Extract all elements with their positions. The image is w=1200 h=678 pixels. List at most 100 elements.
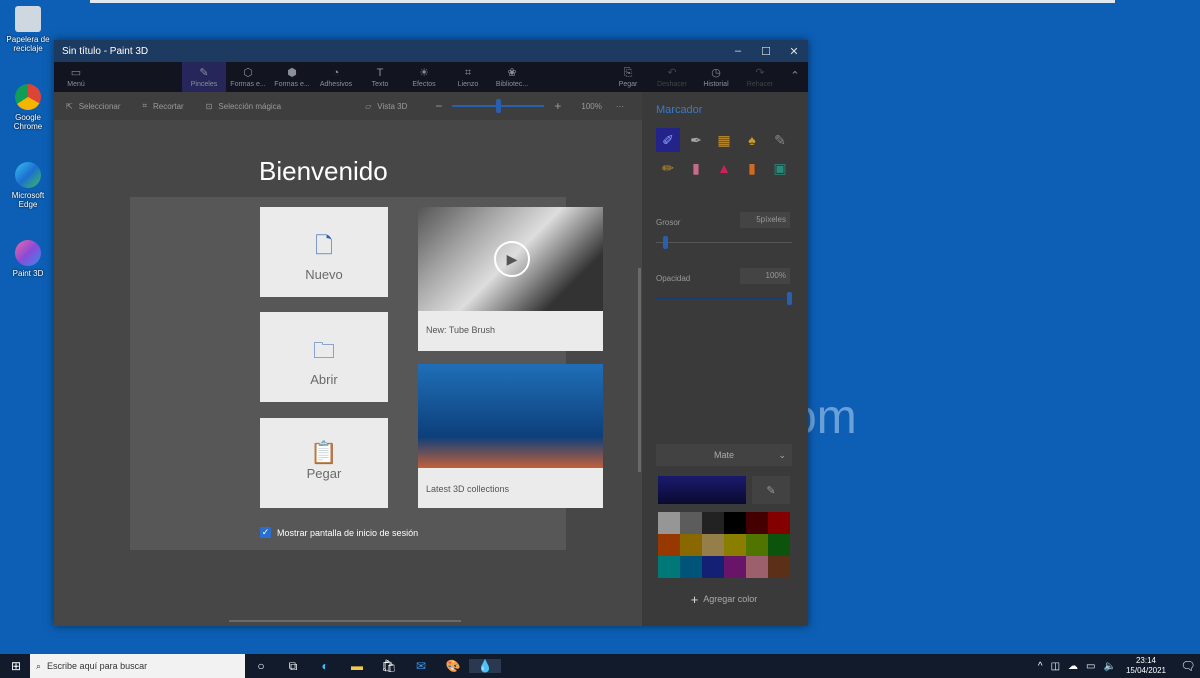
vertical-scrollbar[interactable] — [638, 268, 641, 472]
palette-swatch[interactable] — [702, 512, 724, 534]
palette-swatch[interactable] — [724, 512, 746, 534]
task-view-button[interactable]: ⧉ — [277, 659, 309, 674]
redo-button[interactable]: ↷ Rehacer — [738, 62, 782, 92]
brush-9[interactable]: ▣ — [768, 156, 792, 180]
taskbar-paint3d-icon[interactable]: 💧 — [469, 659, 501, 673]
view3d-button[interactable]: ▱ Vista 3D — [365, 102, 407, 111]
brush-0[interactable]: ✐ — [656, 128, 680, 152]
meet-icon[interactable]: ◫ — [1051, 661, 1060, 672]
paste-button[interactable]: ⎘ Pegar — [606, 62, 650, 92]
welcome-title: Bienvenido — [259, 156, 388, 186]
tool-text[interactable]: T Texto — [358, 62, 402, 92]
new-button[interactable]: 🗋 Nuevo — [260, 207, 388, 297]
onedrive-icon[interactable]: ☁ — [1068, 661, 1078, 672]
palette-swatch[interactable] — [768, 534, 790, 556]
palette-swatch[interactable] — [768, 512, 790, 534]
zoom-out-button[interactable]: − — [435, 99, 442, 113]
desktop-icon-chrome[interactable]: Google Chrome — [2, 84, 54, 131]
close-button[interactable]: ✕ — [780, 40, 808, 62]
magic-select-button[interactable]: ⊡ Selección mágica — [206, 102, 281, 111]
brush-8[interactable]: ▮ — [740, 156, 764, 180]
more-options-button[interactable]: ··· — [616, 102, 624, 111]
collapse-toolbar-button[interactable]: ⌃ — [782, 62, 808, 92]
minimize-button[interactable]: – — [724, 40, 752, 62]
network-icon[interactable]: ▭ — [1086, 661, 1095, 672]
thickness-slider-thumb[interactable] — [662, 236, 668, 249]
zoom-slider-thumb[interactable] — [495, 99, 501, 113]
taskbar-explorer-icon[interactable]: ▬ — [341, 659, 373, 673]
finish-dropdown[interactable]: Mate ⌄ — [656, 444, 792, 466]
tool-effects[interactable]: ☀ Efectos — [402, 62, 446, 92]
undo-button[interactable]: ↶ Deshacer — [650, 62, 694, 92]
opacity-slider-thumb[interactable] — [787, 292, 792, 305]
thickness-slider[interactable] — [656, 236, 792, 249]
play-icon[interactable]: ▶ — [494, 241, 530, 277]
thickness-input[interactable]: 5píxeles — [740, 212, 790, 228]
paste-welcome-button[interactable]: 📋 Pegar — [260, 418, 388, 508]
clock[interactable]: 23:14 15/04/2021 — [1126, 656, 1166, 676]
opacity-slider[interactable] — [656, 292, 792, 305]
notifications-icon[interactable]: 🗨 — [1176, 659, 1200, 673]
canvas-icon: ⌗ — [464, 66, 472, 79]
select-button[interactable]: ⇱ Seleccionar — [66, 102, 121, 111]
palette-swatch[interactable] — [680, 512, 702, 534]
palette-swatch[interactable] — [658, 512, 680, 534]
palette-swatch[interactable] — [680, 556, 702, 578]
menu-button[interactable]: ▭ Menú — [54, 62, 98, 92]
chevron-up-icon[interactable]: ^ — [1038, 661, 1043, 672]
desktop-icon-edge[interactable]: Microsoft Edge — [2, 162, 54, 209]
zoom-in-button[interactable]: + — [554, 99, 561, 113]
tool-library[interactable]: ❀ Bibliotec... — [490, 62, 534, 92]
taskbar-mail-icon[interactable]: ✉ — [405, 659, 437, 673]
maximize-button[interactable]: ☐ — [752, 40, 780, 62]
brush-2[interactable]: ▦ — [712, 128, 736, 152]
brush-3[interactable]: ♠ — [740, 128, 764, 152]
palette-swatch[interactable] — [746, 512, 768, 534]
taskbar-edge-icon[interactable]: ◐ — [309, 659, 341, 673]
palette-swatch[interactable] — [702, 556, 724, 578]
palette-swatch[interactable] — [768, 556, 790, 578]
tool-sticker[interactable]: ◔ Adhesivos — [314, 62, 358, 92]
brush-6[interactable]: ▮ — [684, 156, 708, 180]
search-box[interactable]: ⌕ Escribe aquí para buscar — [30, 654, 245, 678]
open-button[interactable]: 🗀 Abrir — [260, 312, 388, 402]
brush-7[interactable]: ▲ — [712, 156, 736, 180]
shapes-3d-icon: ⬢ — [287, 66, 297, 79]
brush-grid: ✐ ✒ ▦ ♠ ✎ ✏ ▮ ▲ ▮ ▣ — [656, 128, 796, 180]
media-card-tube-brush[interactable]: ▶ New: Tube Brush — [418, 207, 603, 351]
desktop-icon-paint3d[interactable]: Paint 3D — [2, 240, 54, 278]
checkbox-checked-icon[interactable]: ✓ — [260, 527, 271, 538]
volume-icon[interactable]: 🔈 — [1104, 661, 1116, 672]
show-welcome-checkbox[interactable]: ✓ Mostrar pantalla de inicio de sesión — [260, 527, 418, 538]
start-button[interactable]: ⊞ — [0, 659, 32, 673]
palette-swatch[interactable] — [658, 556, 680, 578]
media-card-3d-collections[interactable]: Latest 3D collections — [418, 364, 603, 508]
opacity-input[interactable]: 100% — [740, 268, 790, 284]
brush-5[interactable]: ✏ — [656, 156, 680, 180]
brush-1[interactable]: ✒ — [684, 128, 708, 152]
current-color-swatch[interactable] — [658, 476, 746, 504]
tool-shapes-2d[interactable]: ⬡ Formas e... — [226, 62, 270, 92]
cortana-button[interactable]: ○ — [245, 659, 277, 673]
taskbar-store-icon[interactable]: 🛍 — [373, 659, 405, 673]
tool-canvas[interactable]: ⌗ Lienzo — [446, 62, 490, 92]
tool-brush[interactable]: ✎ Pinceles — [182, 62, 226, 92]
history-button[interactable]: ◷ Historial — [694, 62, 738, 92]
horizontal-scrollbar[interactable] — [229, 620, 461, 622]
tool-shapes-3d[interactable]: ⬢ Formas e... — [270, 62, 314, 92]
palette-swatch[interactable] — [702, 534, 724, 556]
palette-swatch[interactable] — [746, 556, 768, 578]
palette-swatch[interactable] — [680, 534, 702, 556]
brush-4[interactable]: ✎ — [768, 128, 792, 152]
crop-button[interactable]: ⌗ Recortar — [143, 101, 184, 111]
palette-swatch[interactable] — [724, 534, 746, 556]
zoom-slider[interactable] — [452, 99, 545, 113]
palette-swatch[interactable] — [746, 534, 768, 556]
taskbar-paint-icon[interactable]: 🎨 — [437, 659, 469, 673]
add-color-button[interactable]: + Agregar color — [656, 588, 792, 610]
palette-swatch[interactable] — [658, 534, 680, 556]
desktop-icon-recycle-bin[interactable]: Papelera de reciclaje — [2, 6, 54, 53]
eyedropper-button[interactable]: ✎ — [752, 476, 790, 504]
zoom-level: 100% — [581, 101, 602, 111]
palette-swatch[interactable] — [724, 556, 746, 578]
